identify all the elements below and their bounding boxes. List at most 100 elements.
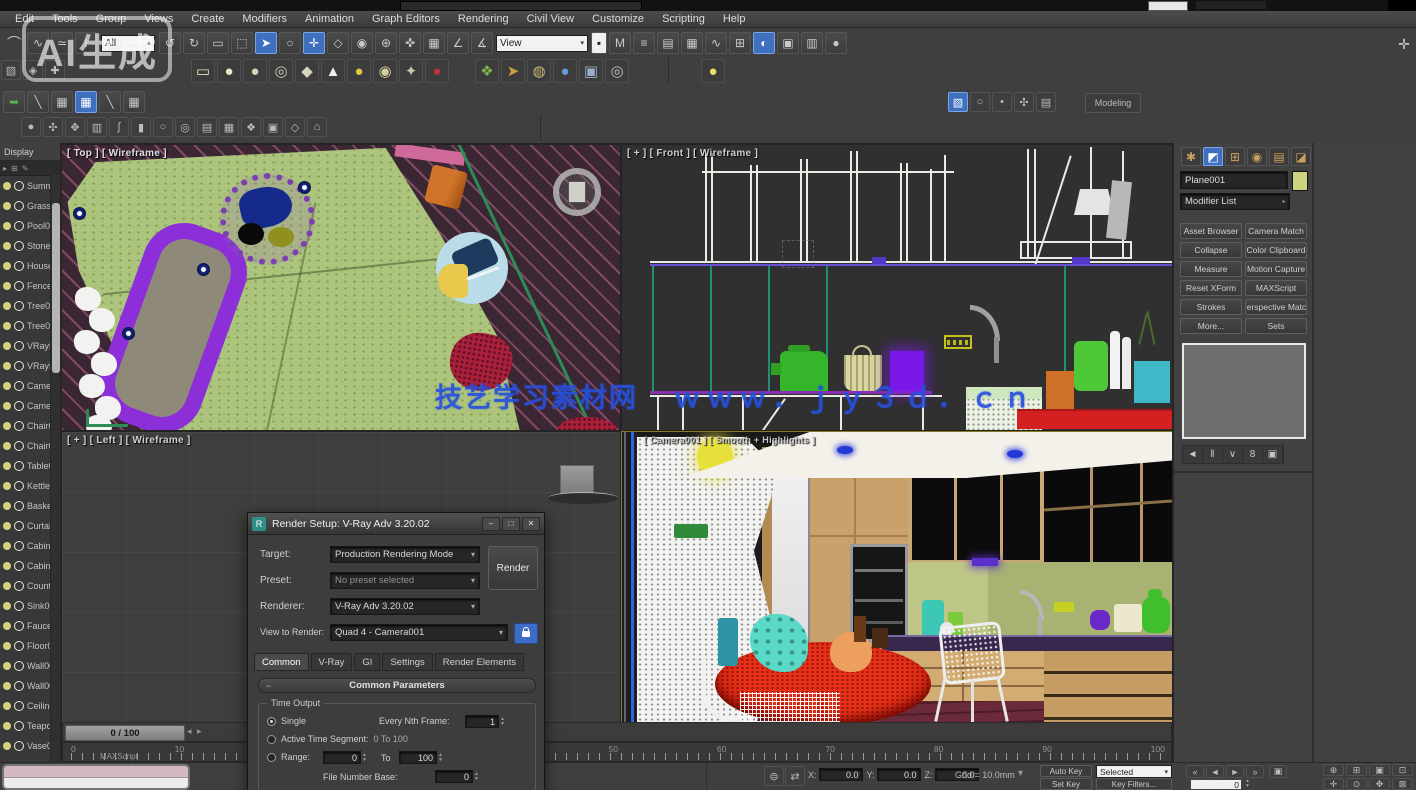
sphere-blue-icon[interactable]: ● — [553, 59, 577, 83]
star-icon[interactable]: ✣ — [1014, 92, 1034, 112]
clip-icon[interactable]: ▣ — [579, 59, 603, 83]
utility-button[interactable]: Asset Browser — [1180, 223, 1242, 239]
schematic-view-icon[interactable]: ⊞ — [729, 32, 751, 54]
utility-button[interactable]: More... — [1180, 318, 1242, 334]
swirl-icon[interactable]: ✣ — [43, 117, 63, 137]
render-setup-icon[interactable]: ▣ — [777, 32, 799, 54]
time-slider[interactable]: 0 / 100 ◂ ▸ — [62, 722, 1172, 742]
key-mode-toggle-icon[interactable]: ▣ — [1269, 765, 1287, 778]
viewport-top-label[interactable]: [ Top ] [ Wireframe ] — [67, 148, 167, 159]
explorer-item[interactable]: Chair001 — [0, 416, 50, 436]
spinner-arrows[interactable]: ▲▼ — [438, 753, 443, 763]
explorer-item[interactable]: Chair002 — [0, 436, 50, 456]
menu-item[interactable]: Create — [182, 11, 233, 27]
explorer-item[interactable]: Kettle001 — [0, 476, 50, 496]
layer-manager-icon[interactable]: ▤ — [657, 32, 679, 54]
explorer-item[interactable]: Wall001 — [0, 656, 50, 676]
dialog-tab[interactable]: Render Elements — [435, 653, 524, 671]
dialog-tab[interactable]: GI — [354, 653, 380, 671]
grid-d-icon[interactable]: ▤ — [1036, 92, 1056, 112]
menu-item[interactable]: Modifiers — [233, 11, 296, 27]
renderer-dropdown[interactable]: V-Ray Adv 3.20.02▾ — [330, 598, 480, 615]
make-unique-icon[interactable]: 8 — [1243, 446, 1263, 463]
explorer-item[interactable]: Wall002 — [0, 676, 50, 696]
explorer-item[interactable]: Teapot001 — [0, 716, 50, 736]
explorer-item[interactable]: Camera001 — [0, 376, 50, 396]
pyramid-primitive-icon[interactable]: ✦ — [399, 59, 423, 83]
snaps-toggle-icon[interactable]: ➥ — [3, 91, 25, 113]
utility-button[interactable]: Collapse — [1180, 242, 1242, 258]
minimize-button[interactable]: – — [482, 517, 500, 531]
spinner-arrows[interactable]: ▲▼ — [474, 772, 479, 782]
listener-pink-row[interactable] — [4, 766, 188, 778]
explorer-edit-icon[interactable]: ✎ — [22, 164, 29, 173]
utility-button[interactable]: Reset XForm — [1180, 280, 1242, 296]
spinner-arrows[interactable]: ▲▼ — [500, 717, 505, 727]
named-sets-icon[interactable]: ▪ — [591, 32, 607, 54]
menu-item[interactable]: Help — [714, 11, 755, 27]
target-icon[interactable]: ◎ — [175, 117, 195, 137]
utility-button[interactable]: Color Clipboard — [1245, 242, 1307, 258]
slider-prev-arrow-icon[interactable]: ◂ — [187, 726, 192, 737]
explorer-grid-icon[interactable]: ⊞ — [11, 164, 18, 173]
explorer-item[interactable]: Pool001 — [0, 216, 50, 236]
menu-item[interactable]: Rendering — [449, 11, 518, 27]
grid-c-icon[interactable]: ▦ — [123, 91, 145, 113]
explorer-item[interactable]: Vase001 — [0, 736, 50, 756]
select-and-place-icon[interactable]: ◉ — [351, 32, 373, 54]
explorer-item[interactable]: House001 — [0, 256, 50, 276]
utility-button[interactable]: MAXScript — [1245, 280, 1307, 296]
viewport-front-label[interactable]: [ + ] [ Front ] [ Wireframe ] — [627, 148, 758, 159]
snap-toggle-icon[interactable]: ∠ — [447, 32, 469, 54]
menu-item[interactable]: Graph Editors — [363, 11, 449, 27]
flower-icon[interactable]: ✥ — [65, 117, 85, 137]
tab-motion[interactable]: ◉ — [1247, 147, 1267, 166]
key-filters-button[interactable]: Key Filters... — [1096, 778, 1172, 790]
zoom-all-icon[interactable]: ⊞ — [1346, 764, 1367, 776]
circle-white-icon[interactable]: ○ — [970, 92, 990, 112]
explorer-item[interactable]: Basket001 — [0, 496, 50, 516]
explorer-item[interactable]: Floor001 — [0, 636, 50, 656]
single-radio[interactable] — [267, 717, 276, 726]
object-color-swatch[interactable] — [1292, 171, 1308, 191]
house-icon[interactable]: ⌂ — [307, 117, 327, 137]
grid-icon[interactable]: ▦ — [219, 117, 239, 137]
viewport-camera-label[interactable]: [ Camera001 ] [ Smooth + Highlights ] — [644, 435, 815, 445]
show-end-result-icon[interactable]: ∨ — [1223, 446, 1243, 463]
tab-modify[interactable]: ◩ — [1203, 147, 1223, 166]
explorer-item[interactable]: VRayLight02 — [0, 356, 50, 376]
explorer-item[interactable]: Curtain001 — [0, 516, 50, 536]
go-to-start-icon[interactable]: « — [1186, 765, 1204, 778]
explorer-filter-icon[interactable]: ▸ — [3, 164, 7, 173]
explorer-item[interactable]: Faucet001 — [0, 616, 50, 636]
light-primitive-icon[interactable]: ● — [701, 59, 725, 83]
gem-icon[interactable]: ❖ — [241, 117, 261, 137]
sphere-primitive-icon[interactable]: ● — [217, 59, 241, 83]
preset-dropdown[interactable]: No preset selected▾ — [330, 572, 480, 589]
menu-item[interactable]: Civil View — [518, 11, 583, 27]
coordinate-field[interactable]: Y: 0.0 — [867, 768, 921, 781]
render-production-icon[interactable]: ● — [825, 32, 847, 54]
zoom-region-icon[interactable]: ⊡ — [1392, 764, 1413, 776]
ribbon-modeling-button[interactable]: Modeling — [1085, 93, 1141, 113]
scene-undo-icon[interactable]: ▧ — [1, 60, 21, 80]
utility-button[interactable]: Sets — [1245, 318, 1307, 334]
zoom-extents-icon[interactable]: ▣ — [1369, 764, 1390, 776]
rendered-frame-icon[interactable]: ▥ — [801, 32, 823, 54]
title-bar-input[interactable] — [1148, 1, 1188, 11]
pan-icon[interactable]: ✛ — [1323, 778, 1344, 790]
explorer-item[interactable]: Grass001 — [0, 196, 50, 216]
hook-icon[interactable]: ʃ — [109, 117, 129, 137]
select-and-move-icon[interactable]: ✛ — [303, 32, 325, 54]
cylinder-primitive-icon[interactable]: ● — [243, 59, 267, 83]
explorer-item[interactable]: Counter001 — [0, 576, 50, 596]
utility-button[interactable]: Camera Match — [1245, 223, 1307, 239]
explorer-item[interactable]: Tree001 — [0, 296, 50, 316]
dialog-tab[interactable]: V-Ray — [311, 653, 353, 671]
select-and-scale-icon[interactable]: ◇ — [327, 32, 349, 54]
dialog-title-bar[interactable]: R Render Setup: V-Ray Adv 3.20.02 – □ ✕ — [248, 513, 544, 535]
explorer-item[interactable]: Cabinet001 — [0, 536, 50, 556]
angle-snap-icon[interactable]: ∡ — [471, 32, 493, 54]
status-caret-icon[interactable]: ▾ — [1018, 768, 1023, 779]
grid-a-icon[interactable]: ▦ — [51, 91, 73, 113]
